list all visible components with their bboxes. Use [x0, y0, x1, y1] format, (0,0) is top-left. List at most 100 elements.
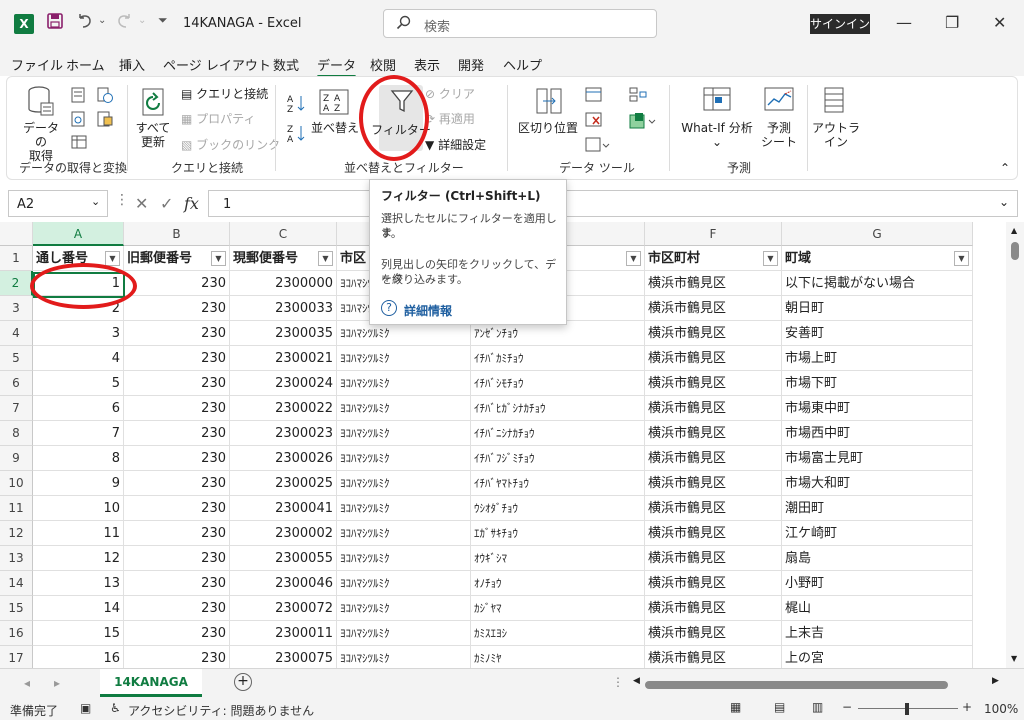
existing-connections-icon[interactable] [97, 111, 113, 130]
add-sheet-icon[interactable]: + [234, 673, 252, 691]
table-cell[interactable]: 2300041 [230, 496, 337, 521]
cancel-entry-icon[interactable]: ✕ [135, 194, 148, 213]
signin-button[interactable]: サインイン [810, 14, 870, 34]
from-text-icon[interactable] [71, 87, 85, 106]
table-cell[interactable]: 横浜市鶴見区 [645, 596, 782, 621]
table-cell[interactable]: 3 [33, 321, 124, 346]
table-cell[interactable]: 2300026 [230, 446, 337, 471]
row-header[interactable]: 9 [0, 446, 33, 471]
table-cell[interactable]: 230 [124, 421, 230, 446]
save-icon[interactable] [46, 12, 64, 34]
column-header-c[interactable]: C [230, 222, 337, 246]
confirm-entry-icon[interactable]: ✓ [160, 194, 173, 213]
row-header[interactable]: 11 [0, 496, 33, 521]
column-header-f[interactable]: F [645, 222, 782, 246]
table-cell[interactable]: ﾖｺﾊﾏｼﾂﾙﾐｸ [337, 496, 471, 521]
table-cell[interactable]: 2300024 [230, 371, 337, 396]
table-cell[interactable]: 江ケ崎町 [782, 521, 973, 546]
table-cell[interactable]: ｴｶﾞｻｷﾁｮｳ [471, 521, 645, 546]
what-if-button[interactable]: What-If 分析 ⌄ [675, 121, 759, 149]
table-cell[interactable]: 市場上町 [782, 346, 973, 371]
table-cell[interactable]: 230 [124, 621, 230, 646]
filter-dropdown-icon[interactable]: ▼ [318, 251, 333, 266]
table-cell[interactable]: 230 [124, 496, 230, 521]
table-cell[interactable]: ｵﾉﾁｮｳ [471, 571, 645, 596]
table-cell[interactable]: 2 [33, 296, 124, 321]
table-cell[interactable]: 横浜市鶴見区 [645, 571, 782, 596]
name-box-dropdown-icon[interactable]: ⌄ [91, 195, 100, 208]
table-cell[interactable]: ﾖｺﾊﾏｼﾂﾙﾐｸ [337, 621, 471, 646]
scroll-down-icon[interactable]: ▼ [1011, 654, 1017, 663]
close-icon[interactable]: ✕ [993, 13, 1006, 32]
table-cell[interactable]: 230 [124, 371, 230, 396]
row-header[interactable]: 3 [0, 296, 33, 321]
row-header[interactable]: 2 [0, 271, 33, 296]
filter-dropdown-icon[interactable]: ▼ [954, 251, 969, 266]
table-cell[interactable]: 2300055 [230, 546, 337, 571]
tab-home[interactable]: ホーム [66, 55, 105, 74]
prev-sheet-icon[interactable]: ◂ [24, 676, 30, 690]
table-cell[interactable]: ﾖｺﾊﾏｼﾂﾙﾐｸ [337, 546, 471, 571]
queries-connections-button[interactable]: ▤ クエリと接続 [181, 87, 268, 101]
data-validation-icon[interactable] [585, 137, 611, 156]
table-cell[interactable]: 230 [124, 571, 230, 596]
tab-view[interactable]: 表示 [414, 55, 440, 74]
table-cell[interactable]: ｲﾁﾊﾞﾋｶﾞｼﾅｶﾁｮｳ [471, 396, 645, 421]
table-cell[interactable]: ｲﾁﾊﾞﾆｼﾅｶﾁｮｳ [471, 421, 645, 446]
table-cell[interactable]: ｲﾁﾊﾞﾌｼﾞﾐﾁｮｳ [471, 446, 645, 471]
table-cell[interactable]: ﾖｺﾊﾏｼﾂﾙﾐｸ [337, 571, 471, 596]
restore-icon[interactable]: ❐ [945, 13, 959, 32]
vertical-scrollbar[interactable]: ▲ ▼ [1006, 222, 1024, 668]
refresh-all-button[interactable]: すべて 更新 [131, 121, 175, 149]
table-cell[interactable]: ｲﾁﾊﾞﾔﾏﾄﾁｮｳ [471, 471, 645, 496]
undo-dropdown-icon[interactable]: ⌄ [98, 15, 106, 26]
table-cell[interactable]: 以下に掲載がない場合 [782, 271, 973, 296]
column-header-b[interactable]: B [124, 222, 230, 246]
tab-insert[interactable]: 挿入 [119, 55, 145, 74]
table-cell[interactable]: 横浜市鶴見区 [645, 421, 782, 446]
zoom-slider-thumb[interactable] [905, 703, 909, 715]
table-cell[interactable]: 上末吉 [782, 621, 973, 646]
table-cell[interactable]: ｲﾁﾊﾞｼﾓﾁｮｳ [471, 371, 645, 396]
row-header[interactable]: 10 [0, 471, 33, 496]
table-cell[interactable]: 230 [124, 446, 230, 471]
table-cell[interactable]: 230 [124, 396, 230, 421]
table-cell[interactable]: ｶﾐﾉﾐﾔ [471, 646, 645, 668]
table-cell[interactable]: 2300022 [230, 396, 337, 421]
outline-button[interactable]: アウトラ イン [811, 121, 861, 149]
table-cell[interactable]: 安善町 [782, 321, 973, 346]
filter-button[interactable]: フィルター [369, 123, 433, 137]
table-cell[interactable]: 230 [124, 296, 230, 321]
table-cell[interactable]: 2300023 [230, 421, 337, 446]
row-header[interactable]: 13 [0, 546, 33, 571]
filter-dropdown-icon[interactable]: ▼ [211, 251, 226, 266]
tab-formulas[interactable]: 数式 [273, 55, 299, 74]
table-cell[interactable]: ﾖｺﾊﾏｼﾂﾙﾐｸ [337, 446, 471, 471]
column-header-a[interactable]: A [33, 222, 124, 246]
table-cell[interactable]: 市場富士見町 [782, 446, 973, 471]
filter-dropdown-icon[interactable]: ▼ [626, 251, 641, 266]
row-header[interactable]: 1 [0, 246, 33, 271]
table-cell[interactable]: 230 [124, 521, 230, 546]
table-cell[interactable]: 2300011 [230, 621, 337, 646]
table-cell[interactable]: 15 [33, 621, 124, 646]
row-header[interactable]: 8 [0, 421, 33, 446]
data-model-icon[interactable] [629, 112, 659, 133]
table-cell[interactable]: 9 [33, 471, 124, 496]
table-cell[interactable]: ﾖｺﾊﾏｼﾂﾙﾐｸ [337, 346, 471, 371]
table-cell[interactable]: 市場下町 [782, 371, 973, 396]
select-all-corner[interactable] [0, 222, 33, 246]
horizontal-scroll-thumb[interactable] [645, 681, 948, 689]
scroll-up-icon[interactable]: ▲ [1011, 226, 1017, 235]
table-cell[interactable]: 横浜市鶴見区 [645, 646, 782, 668]
table-cell[interactable]: 朝日町 [782, 296, 973, 321]
help-icon[interactable]: ? [381, 300, 397, 316]
table-cell[interactable]: 小野町 [782, 571, 973, 596]
table-cell[interactable]: 2300035 [230, 321, 337, 346]
table-cell[interactable]: 横浜市鶴見区 [645, 271, 782, 296]
table-cell[interactable]: 230 [124, 346, 230, 371]
sheet-tab-14kanaga[interactable]: 14KANAGA [100, 669, 202, 697]
flash-fill-icon[interactable] [585, 87, 603, 106]
table-cell[interactable]: 1 [33, 271, 124, 296]
tab-review[interactable]: 校閲 [370, 55, 396, 74]
